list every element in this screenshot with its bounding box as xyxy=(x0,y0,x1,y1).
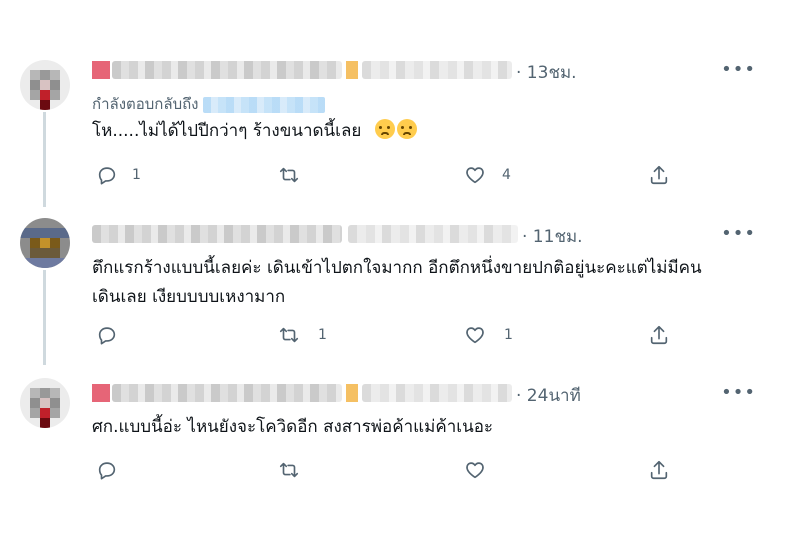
reply-button[interactable] xyxy=(96,320,132,350)
tweet-text-line: เดินเลย เงียบบบบเหงามาก xyxy=(92,287,286,307)
display-name-blurred[interactable] xyxy=(92,61,110,79)
display-name-blurred xyxy=(346,384,358,402)
display-name-blurred[interactable] xyxy=(112,384,342,402)
tweet-actions xyxy=(92,455,692,485)
heart-icon xyxy=(466,462,484,479)
more-options-button[interactable]: ••• xyxy=(721,59,756,80)
display-name-blurred[interactable] xyxy=(112,61,342,79)
reply-button[interactable] xyxy=(96,455,132,485)
reply-icon xyxy=(98,167,116,185)
tweet-header: · 24นาที ••• xyxy=(92,382,782,406)
like-button[interactable] xyxy=(464,455,500,485)
heart-icon xyxy=(466,167,484,184)
retweet-button[interactable] xyxy=(278,455,314,485)
share-icon xyxy=(650,325,668,345)
tweet-actions: 1 4 xyxy=(92,160,692,190)
heart-icon xyxy=(466,327,484,344)
username-blurred[interactable] xyxy=(348,225,518,243)
tweet-text-content: โห.....ไม่ได้ไปปีกว่าๆ ร้างขนาดนี้เลย xyxy=(92,121,362,141)
timestamp[interactable]: · 11ชม. xyxy=(522,223,583,250)
tweet-text: ตึกแรกร้างแบบนี้เลยค่ะ เดินเข้าไปตกใจมาก… xyxy=(92,255,782,310)
avatar[interactable] xyxy=(20,218,70,268)
username-blurred[interactable] xyxy=(362,384,512,402)
more-options-button[interactable]: ••• xyxy=(721,382,756,403)
like-button[interactable]: 1 xyxy=(464,320,513,350)
like-count: 4 xyxy=(502,167,511,183)
retweet-icon xyxy=(279,327,299,343)
reply-count: 1 xyxy=(132,167,141,183)
share-button[interactable] xyxy=(648,320,670,350)
retweet-button[interactable]: 1 xyxy=(278,320,327,350)
tweet-text: ศก.แบบนี้อ่ะ ไหนยังจะโควิดอีก สงสารพ่อค้… xyxy=(92,414,782,440)
tweet-actions: 1 1 xyxy=(92,320,692,350)
share-button[interactable] xyxy=(648,455,670,485)
tweet-text-line: ตึกแรกร้างแบบนี้เลยค่ะ เดินเข้าไปตกใจมาก… xyxy=(92,258,702,278)
timestamp[interactable]: · 24นาที xyxy=(516,382,581,409)
share-icon xyxy=(650,165,668,185)
thread-line xyxy=(43,112,46,207)
like-button[interactable]: 4 xyxy=(464,160,511,190)
reply-icon xyxy=(98,327,116,345)
replying-to-label: กำลังตอบกลับถึง xyxy=(92,95,199,113)
display-name-blurred[interactable] xyxy=(92,384,110,402)
retweet-icon xyxy=(279,462,299,478)
tweet-header: · 11ชม. ••• xyxy=(92,223,782,247)
avatar[interactable] xyxy=(20,378,70,428)
retweet-icon xyxy=(279,167,299,183)
retweet-count: 1 xyxy=(318,327,327,343)
display-name-blurred xyxy=(346,61,358,79)
like-count: 1 xyxy=(504,327,513,343)
anxious-face-icon xyxy=(396,119,417,139)
tweet-text: โห.....ไม่ได้ไปปีกว่าๆ ร้างขนาดนี้เลย xyxy=(92,118,782,144)
thread-line xyxy=(43,270,46,365)
share-button[interactable] xyxy=(648,160,670,190)
tweet-header: · 13ชม. ••• xyxy=(92,59,782,83)
tweet-text-content: ศก.แบบนี้อ่ะ ไหนยังจะโควิดอีก สงสารพ่อค้… xyxy=(92,417,494,437)
reply-button[interactable]: 1 xyxy=(96,160,141,190)
reply-icon xyxy=(98,462,116,480)
share-icon xyxy=(650,460,668,480)
more-options-button[interactable]: ••• xyxy=(721,223,756,244)
anxious-face-icon xyxy=(374,119,395,139)
replying-to: กำลังตอบกลับถึง xyxy=(92,92,325,116)
username-blurred[interactable] xyxy=(362,61,512,79)
replying-to-handle-blurred[interactable] xyxy=(202,96,325,113)
display-name-blurred[interactable] xyxy=(92,225,342,243)
retweet-button[interactable] xyxy=(278,160,314,190)
timestamp[interactable]: · 13ชม. xyxy=(516,59,577,86)
avatar[interactable] xyxy=(20,60,70,110)
